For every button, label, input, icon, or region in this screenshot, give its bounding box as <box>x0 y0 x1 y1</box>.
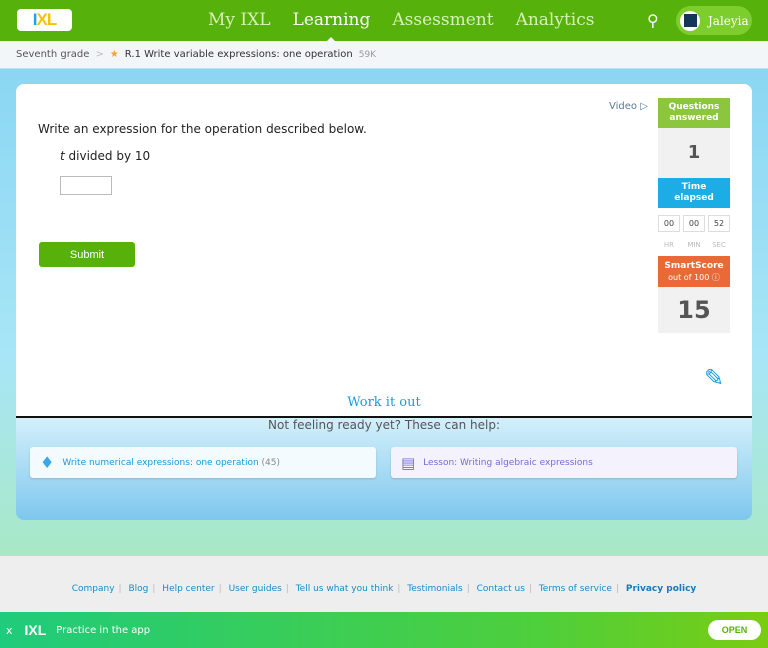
footer-link-feedback[interactable]: Tell us what you think <box>296 584 394 594</box>
breadcrumb-skill: R.1 Write variable expressions: one oper… <box>124 49 353 60</box>
minutes-label: MIN <box>687 241 701 249</box>
open-app-button[interactable]: OPEN <box>708 620 761 640</box>
smartscore-header: SmartScore out of 100 ⓘ <box>658 256 730 287</box>
timer-seconds: 52 <box>708 215 730 232</box>
search-icon[interactable]: ⚲ <box>647 11 659 30</box>
recommended-skill-card[interactable]: ♦ Write numerical expressions: one opera… <box>30 447 376 478</box>
avatar <box>680 10 700 31</box>
chevron-right-icon: > <box>95 49 104 60</box>
nav-assessment[interactable]: Assessment <box>392 10 493 30</box>
questions-answered-header: Questions answered <box>658 98 730 128</box>
banner-text: Practice in the app <box>56 624 151 636</box>
submit-button[interactable]: Submit <box>39 242 135 267</box>
footer: Company | Blog | Help center | User guides |… <box>0 556 768 612</box>
diamond-icon: ♦ <box>40 453 55 472</box>
footer-link-contact[interactable]: Contact us <box>477 584 525 594</box>
timer: 00 HR 00 MIN 52 SEC <box>658 208 730 256</box>
footer-links: Company | Blog | Help center | User guides |… <box>71 584 697 594</box>
seconds-label: SEC <box>712 241 726 249</box>
answer-input[interactable] <box>60 176 112 195</box>
help-icon[interactable]: ⓘ <box>712 273 720 282</box>
help-title: Not feeling ready yet? These can help: <box>268 418 500 432</box>
user-menu[interactable]: Jaleyia <box>676 6 752 35</box>
footer-link-terms[interactable]: Terms of service <box>539 584 612 594</box>
footer-link-testimonials[interactable]: Testimonials <box>407 584 462 594</box>
video-link[interactable]: Video ▷ <box>609 101 648 112</box>
pencil-icon[interactable]: ✎ <box>704 364 724 392</box>
help-section: Not feeling ready yet? These can help: ♦… <box>16 416 752 520</box>
top-nav-bar: IXL My IXL Learning Assessment Analytics… <box>0 0 768 43</box>
timer-minutes: 00 <box>683 215 705 232</box>
expression-text: divided by 10 <box>64 149 151 163</box>
play-icon: ▷ <box>640 101 648 112</box>
questions-answered-value: 1 <box>658 128 730 178</box>
question-expression: t divided by 10 <box>60 149 150 163</box>
nav-analytics[interactable]: Analytics <box>516 10 595 30</box>
skill-count: 59K <box>358 49 377 60</box>
user-name: Jaleyia <box>708 13 749 28</box>
lesson-card[interactable]: ▤ Lesson: Writing algebraic expressions <box>391 447 737 478</box>
nav-learning[interactable]: Learning <box>293 10 370 43</box>
footer-link-privacy[interactable]: Privacy policy <box>626 584 696 594</box>
lesson-icon: ▤ <box>401 453 416 472</box>
lesson-link[interactable]: Lesson: Writing algebraic expressions <box>423 458 593 468</box>
ixl-logo[interactable]: IXL <box>17 9 72 31</box>
skill-count: (45) <box>261 457 281 468</box>
timer-hours: 00 <box>658 215 680 232</box>
footer-link-blog[interactable]: Blog <box>128 584 148 594</box>
smartscore-value: 15 <box>658 287 730 333</box>
time-elapsed-header: Time elapsed <box>658 178 730 208</box>
app-banner: x IXL Practice in the app OPEN <box>0 612 768 648</box>
footer-link-company[interactable]: Company <box>72 584 115 594</box>
close-icon[interactable]: x <box>6 624 13 637</box>
work-it-out-button[interactable]: Work it out <box>16 395 752 410</box>
stats-sidebar: Questions answered 1 Time elapsed 00 HR 00 M… <box>658 98 730 333</box>
breadcrumb: Seventh grade > ★ R.1 Write variable exp… <box>0 41 768 69</box>
star-icon[interactable]: ★ <box>110 49 119 60</box>
question-card: Write an expression for the operation de… <box>16 84 752 420</box>
question-prompt: Write an expression for the operation de… <box>38 122 367 136</box>
breadcrumb-grade[interactable]: Seventh grade <box>16 49 89 60</box>
video-label: Video <box>609 101 638 112</box>
footer-link-user-guides[interactable]: User guides <box>229 584 282 594</box>
nav-my-ixl[interactable]: My IXL <box>208 10 271 30</box>
footer-link-help-center[interactable]: Help center <box>162 584 214 594</box>
hours-label: HR <box>663 241 675 249</box>
banner-logo: IXL <box>24 622 47 638</box>
skill-link[interactable]: Write numerical expressions: one operati… <box>62 458 258 468</box>
